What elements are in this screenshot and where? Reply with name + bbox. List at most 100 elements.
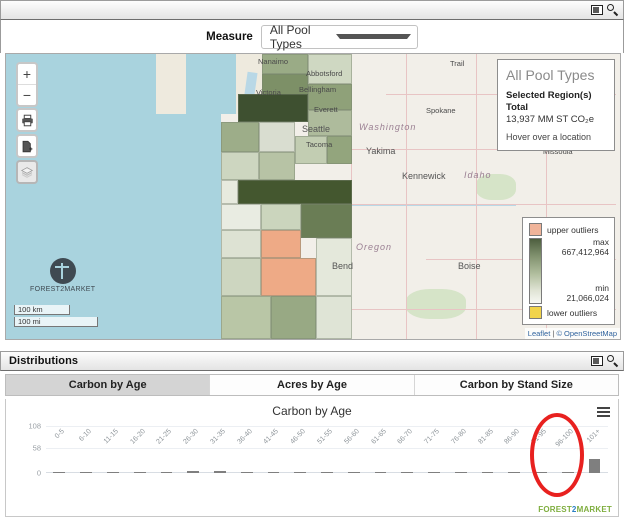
map-label: Bellingham [299,85,337,94]
export-document-icon[interactable] [18,136,36,156]
chart-bar[interactable] [240,471,253,473]
chart-bar[interactable] [588,459,601,473]
chart-bar[interactable] [321,471,333,473]
map-label: Yakima [366,146,396,156]
chart-bar[interactable] [214,471,226,473]
scalebar-km-label: 100 km [18,305,43,314]
county-region[interactable] [221,296,271,339]
watermark-post: MARKET [576,505,612,514]
leaflet-link[interactable]: Leaflet [528,329,551,338]
county-region[interactable] [316,296,352,339]
map-label: Tacoma [306,140,333,149]
openstreetmap-link[interactable]: © OpenStreetMap [556,329,617,338]
chart-bar[interactable] [454,471,467,473]
county-region[interactable] [259,152,295,180]
tab-acres-by-age[interactable]: Acres by Age [210,375,415,395]
county-region[interactable] [221,258,261,296]
window-icon[interactable] [591,356,603,366]
export-control[interactable] [16,134,38,158]
chart-bar[interactable] [267,471,280,473]
forest2market-logo: FOREST2MARKET [30,258,95,293]
legend-upper-outliers: upper outliers [529,223,609,236]
chart-bar[interactable] [428,471,440,473]
chart-title: Carbon by Age [272,404,352,418]
measure-toolbar: Measure All Pool Types [0,20,624,53]
distributions-panel-icons [591,355,619,367]
layers-control[interactable] [16,160,38,184]
ramp-labels: max 667,412,964 min 21,066,024 [547,237,609,304]
scalebar-mi-label: 100 mi [18,317,41,326]
map-label: Boise [458,261,481,271]
chart-bar[interactable] [160,471,173,473]
info-panel-value: 13,937 MM ST CO₂e [506,113,594,125]
print-control[interactable] [16,108,38,132]
county-region[interactable] [301,204,352,238]
map-road-7 [476,54,477,339]
county-region[interactable] [261,204,301,230]
map-label: Victoria [256,88,281,97]
application-root: Measure All Pool Types Nanaimo Trail Abb… [0,0,624,521]
chart-bar[interactable] [481,471,494,473]
scalebar-mi: 100 mi [14,317,98,327]
chart-bar[interactable] [508,471,521,473]
watermark-pre: FOREST [538,505,572,514]
chart-bar[interactable] [80,471,93,473]
upper-outlier-swatch [529,223,542,236]
county-region-outlier[interactable] [261,230,301,258]
county-region[interactable] [221,180,238,204]
county-region[interactable] [221,204,261,230]
scalebar-km: 100 km [14,305,70,315]
map-label: Everett [314,105,338,114]
county-region[interactable] [238,94,308,122]
distributions-panel-title: Distributions [9,355,79,367]
chart-bar[interactable] [133,471,146,473]
chart-bar[interactable] [374,471,387,473]
map-forest-area-3 [406,289,466,319]
tab-carbon-by-stand-size[interactable]: Carbon by Stand Size [414,375,618,395]
chart-bar[interactable] [535,471,547,473]
hamburger-menu-icon[interactable] [597,407,610,420]
chart-y-tick-label: 0 [36,468,41,478]
county-region[interactable] [238,180,352,204]
window-icon[interactable] [591,5,603,15]
chart-bar[interactable] [347,471,360,473]
measure-label: Measure [206,30,253,43]
ramp-max-block: max 667,412,964 [547,237,609,258]
zoom-controls[interactable]: + − [16,62,38,107]
chart-bar[interactable] [53,471,66,473]
county-region[interactable] [259,122,295,152]
measure-select[interactable]: All Pool Types [260,23,418,51]
county-region-outlier[interactable] [261,258,316,296]
layers-icon[interactable] [18,162,36,182]
map-panel-header [0,0,624,20]
map-container[interactable]: Nanaimo Trail Abbotsford Bellingham Vict… [5,53,621,340]
county-region[interactable] [271,296,316,339]
search-icon[interactable] [607,4,619,16]
zoom-out-button[interactable]: − [18,85,36,105]
ramp-min-value: 21,066,024 [566,293,609,304]
map-canvas[interactable]: Nanaimo Trail Abbotsford Bellingham Vict… [6,54,620,339]
map-scale-legend: upper outliers max 667,412,964 min 21,06… [522,217,615,325]
tab-carbon-by-stand-size-label: Carbon by Stand Size [459,379,573,391]
info-panel-subtitle: Selected Region(s) Total [506,90,592,113]
tab-carbon-by-age-label: Carbon by Age [68,379,147,391]
chart-bar[interactable] [107,471,119,473]
chart-bar[interactable] [561,471,574,473]
upper-outlier-label: upper outliers [547,224,599,235]
distributions-panel-header: Distributions [0,351,624,371]
map-label: Bend [332,261,354,271]
tab-carbon-by-age[interactable]: Carbon by Age [6,375,211,395]
county-region[interactable] [221,122,259,152]
chart-bar[interactable] [294,471,307,473]
search-icon[interactable] [607,355,619,367]
county-region[interactable] [221,152,259,180]
chart-bar[interactable] [401,471,414,473]
distribution-tabs: Carbon by Age Acres by Age Carbon by Sta… [5,374,619,396]
legend-lower-outliers: lower outliers [529,306,609,319]
zoom-in-button[interactable]: + [18,64,36,85]
map-label: Seattle [302,124,331,134]
chart-bar[interactable] [187,471,200,473]
chart-plot-area: 0 58 108 0-5 6-10 11-15 16-20 21-25 26-30 31-35 36… [28,422,608,478]
county-region[interactable] [221,230,261,258]
print-icon[interactable] [18,110,36,130]
